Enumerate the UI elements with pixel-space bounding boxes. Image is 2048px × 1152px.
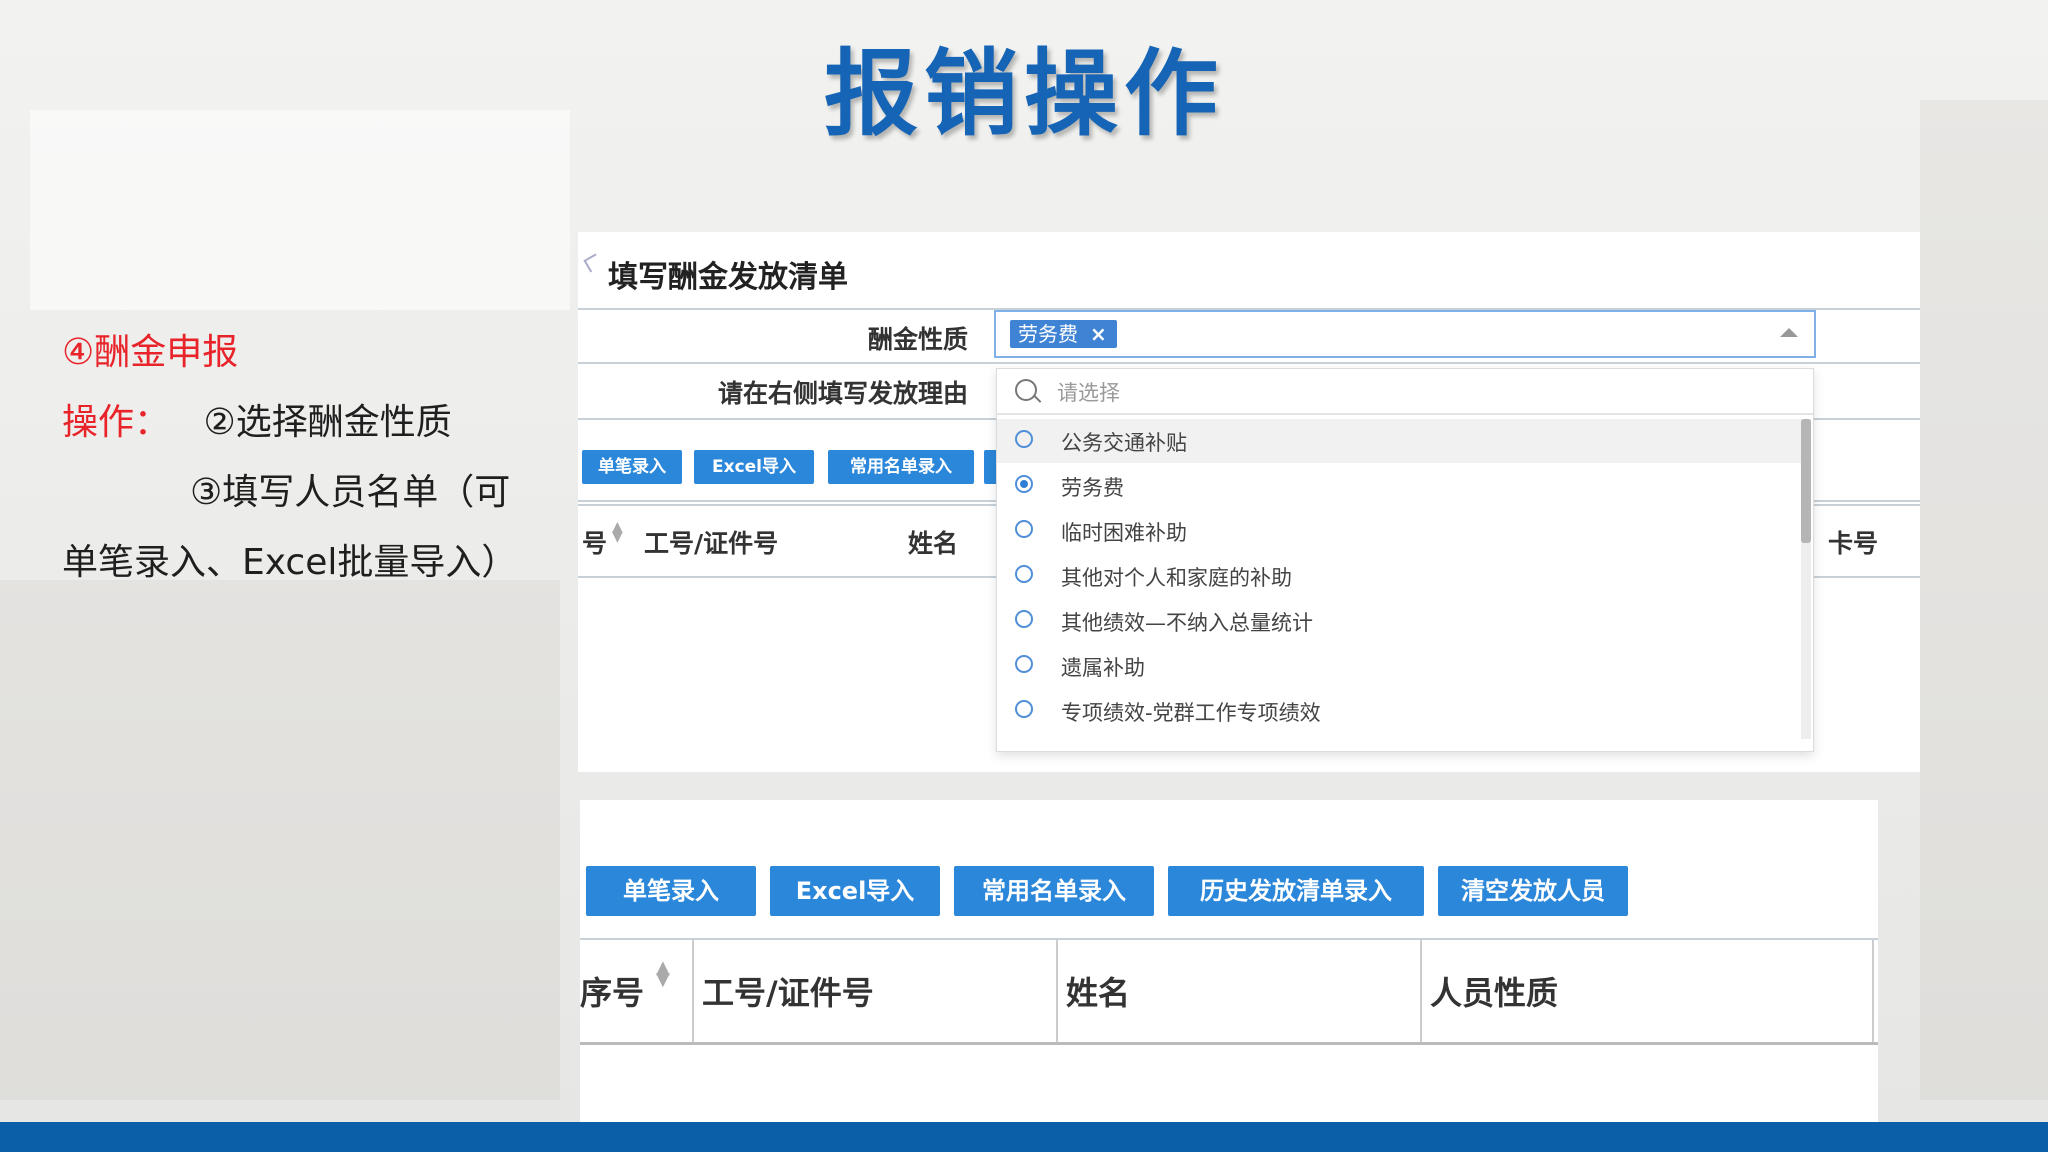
instruction-notes: ④酬金申报 操作： ②选择酬金性质 ③填写人员名单（可 单笔录入、Excel批量…	[62, 318, 562, 598]
dropdown-option[interactable]: 其他绩效—不纳入总量统计	[997, 599, 1805, 643]
selected-tag-label: 劳务费	[1018, 322, 1078, 346]
background-block	[1920, 100, 2048, 1100]
footer-bar	[0, 1122, 2048, 1152]
single-entry-button[interactable]: 单笔录入	[582, 450, 682, 484]
form-title: 填写酬金发放清单	[608, 260, 848, 295]
history-list-button[interactable]: 历史发放清单录入	[1168, 866, 1424, 916]
option-label: 专项绩效-党群工作专项绩效	[1061, 701, 1321, 725]
dropdown-option[interactable]: 专项绩效-党群工作专项绩效	[997, 689, 1805, 733]
dropdown-option[interactable]: 公务交通补贴	[997, 419, 1805, 463]
column-separator	[692, 940, 694, 1042]
column-seq-header[interactable]: 序号	[580, 968, 644, 1014]
option-label: 公务交通补贴	[1061, 431, 1187, 455]
column-name-header: 姓名	[908, 529, 959, 558]
dropdown-option[interactable]: 劳务费	[997, 464, 1805, 508]
option-label: 其他对个人和家庭的补助	[1061, 566, 1292, 590]
search-placeholder: 请选择	[1057, 381, 1120, 405]
nature-select[interactable]: 劳务费 ×	[994, 310, 1816, 358]
excel-import-button[interactable]: Excel导入	[770, 866, 940, 916]
column-type-header: 人员性质	[1430, 974, 1559, 1012]
dropdown-search[interactable]: 请选择	[997, 369, 1813, 415]
divider	[580, 938, 1878, 940]
dropdown-option[interactable]: 其他对个人和家庭的补助	[997, 554, 1805, 598]
radio-icon[interactable]	[1015, 565, 1033, 583]
radio-checked-icon[interactable]	[1015, 475, 1033, 493]
column-id-header: 工号/证件号	[644, 529, 779, 558]
common-list-button[interactable]: 常用名单录入	[828, 450, 974, 484]
search-icon	[1015, 379, 1037, 401]
page-title: 报销操作	[823, 40, 1224, 149]
sort-icon[interactable]: ▲ ▼	[612, 520, 623, 544]
dropdown-scrollbar[interactable]	[1801, 419, 1811, 739]
common-list-button[interactable]: 常用名单录入	[954, 866, 1154, 916]
radio-icon[interactable]	[1015, 655, 1033, 673]
option-label: 临时困难补助	[1061, 521, 1187, 545]
tag-close-icon[interactable]: ×	[1090, 322, 1107, 346]
form-screenshot-bottom: 单笔录入 Excel导入 常用名单录入 历史发放清单录入 清空发放人员 序号 ▲…	[580, 800, 1878, 1126]
step-heading: ④酬金申报	[62, 332, 239, 373]
column-id-header: 工号/证件号	[702, 974, 874, 1012]
excel-import-button[interactable]: Excel导入	[694, 450, 814, 484]
divider	[578, 362, 1920, 364]
operation-label: 操作：	[62, 402, 171, 443]
divider	[580, 1042, 1878, 1045]
background-block	[0, 580, 560, 1100]
operation-step-2: ③填写人员名单（可	[190, 472, 511, 513]
column-separator	[1420, 940, 1422, 1042]
dropdown-option[interactable]: 遗属补助	[997, 644, 1805, 688]
radio-icon[interactable]	[1015, 520, 1033, 538]
option-label: 其他绩效—不纳入总量统计	[1061, 611, 1313, 635]
nature-dropdown: 请选择 公务交通补贴 劳务费 临时困难补助 其他对个人和家庭的补助 其他绩效—不…	[996, 368, 1814, 752]
operation-line: 操作： ②选择酬金性质	[62, 388, 562, 458]
option-label: 遗属补助	[1061, 656, 1145, 680]
clear-recipients-button[interactable]: 清空发放人员	[1438, 866, 1628, 916]
form-screenshot-top: 填写酬金发放清单 酬金性质 请在右侧填写发放理由 劳务费 × 单笔录入 Excel…	[578, 232, 1920, 772]
radio-icon[interactable]	[1015, 700, 1033, 718]
option-label: 劳务费	[1061, 476, 1124, 500]
scroll-thumb[interactable]	[1801, 419, 1811, 543]
column-separator	[1872, 940, 1874, 1042]
column-name-header: 姓名	[1066, 974, 1131, 1012]
dropdown-option[interactable]: 临时困难补助	[997, 509, 1805, 553]
edit-icon	[583, 253, 603, 273]
column-seq-header[interactable]: 号	[582, 524, 607, 560]
single-entry-button[interactable]: 单笔录入	[586, 866, 756, 916]
sort-icon[interactable]: ▲ ▼	[656, 959, 670, 989]
reason-label: 请在右侧填写发放理由	[717, 379, 968, 408]
radio-icon[interactable]	[1015, 430, 1033, 448]
column-card-header: 卡号	[1828, 529, 1879, 558]
operation-step-2-cont: 单笔录入、Excel批量导入）	[62, 542, 518, 583]
column-separator	[1056, 940, 1058, 1042]
selected-tag: 劳务费 ×	[1010, 320, 1117, 348]
radio-icon[interactable]	[1015, 610, 1033, 628]
chevron-up-icon[interactable]	[1780, 328, 1798, 337]
nature-label: 酬金性质	[867, 325, 968, 354]
operation-step-1: ②选择酬金性质	[203, 402, 452, 443]
